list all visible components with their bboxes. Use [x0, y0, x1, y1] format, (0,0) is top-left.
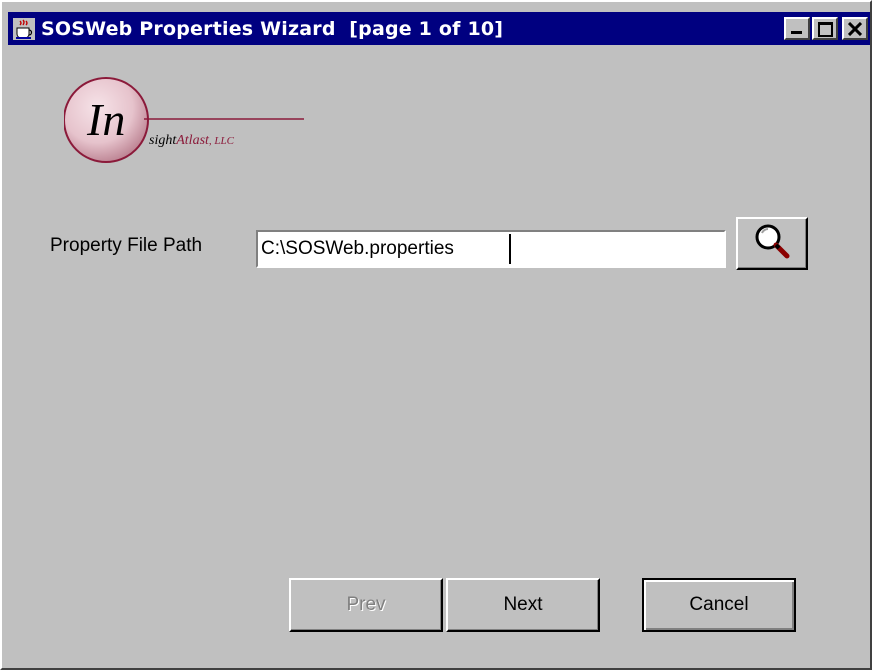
logo-text-brand: Atlast: [175, 133, 210, 148]
logo-text-suffix: , LLC: [209, 135, 235, 147]
logo-letters: In: [86, 94, 125, 145]
logo-text-sight: sight: [149, 133, 177, 148]
company-logo: In sightAtlast, LLC: [63, 74, 314, 169]
cancel-button[interactable]: Cancel: [642, 578, 796, 632]
prev-button[interactable]: Prev: [289, 578, 443, 632]
close-icon[interactable]: [842, 17, 868, 40]
property-file-path-input[interactable]: [256, 230, 726, 268]
text-caret: [509, 234, 511, 264]
property-file-path-label: Property File Path: [50, 235, 203, 256]
maximize-icon[interactable]: [812, 17, 838, 40]
magnifying-glass-icon: [753, 222, 791, 265]
wizard-window: SOSWeb Properties Wizard [page 1 of 10] …: [0, 0, 872, 670]
java-coffee-cup-icon[interactable]: [13, 17, 35, 40]
browse-button[interactable]: [736, 217, 808, 270]
minimize-icon[interactable]: [784, 17, 810, 40]
window-title: SOSWeb Properties Wizard [page 1 of 10]: [41, 17, 504, 40]
title-buttons: [784, 17, 868, 40]
title-bar[interactable]: SOSWeb Properties Wizard [page 1 of 10]: [8, 12, 870, 45]
svg-text:sightAtlast, LLC: sightAtlast, LLC: [149, 133, 235, 148]
next-button[interactable]: Next: [446, 578, 600, 632]
